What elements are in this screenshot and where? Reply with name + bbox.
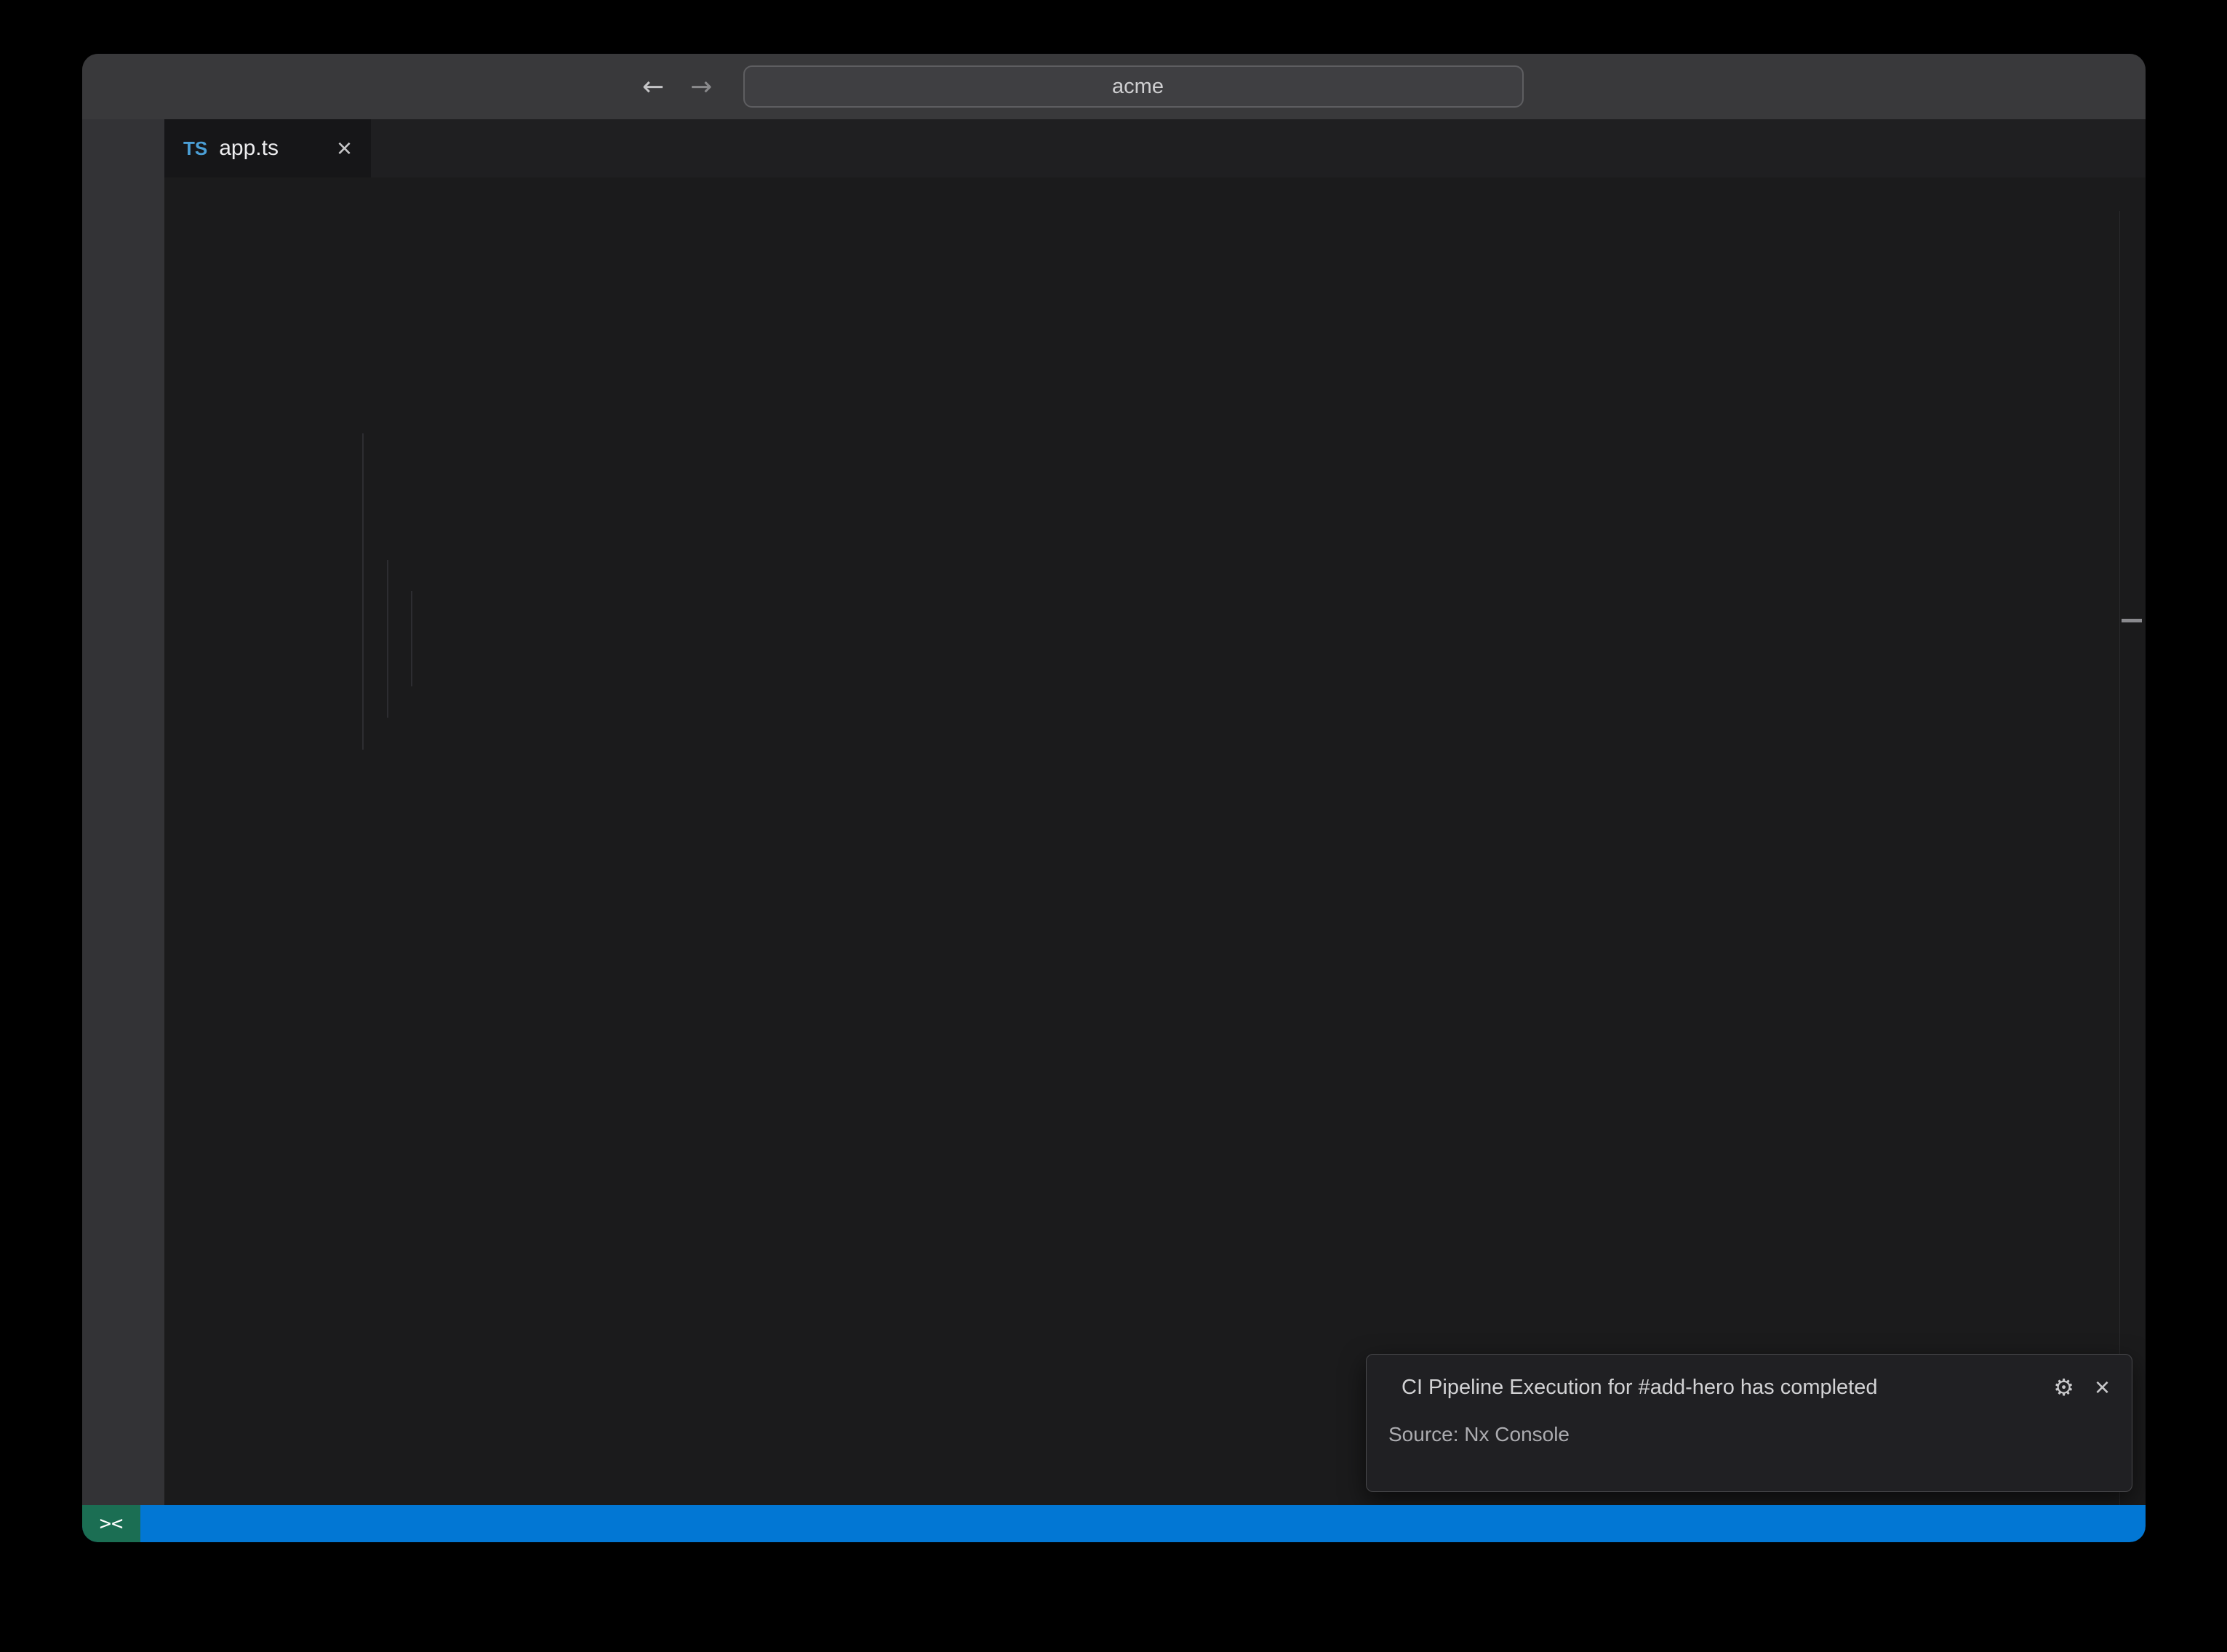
close-window-button[interactable] — [102, 78, 119, 95]
tab-app-ts[interactable]: TS app.ts × — [164, 119, 371, 177]
notification-close-icon[interactable]: × — [2095, 1374, 2110, 1400]
overview-ruler-cursor-mark — [2122, 619, 2142, 622]
vscode-window: ← → acme TS app.ts × — [82, 54, 2146, 1542]
close-tab-icon[interactable]: × — [337, 135, 352, 161]
notification-source: Source: Nx Console — [1388, 1423, 1570, 1446]
status-bar: >< — [82, 1505, 2146, 1542]
zoom-window-button[interactable] — [166, 78, 183, 95]
indent-guide — [387, 560, 388, 718]
notification-settings-icon[interactable]: ⚙ — [2053, 1374, 2074, 1401]
window-controls — [102, 78, 183, 95]
editor-tabs-bar: TS app.ts × — [164, 119, 2146, 177]
remote-indicator[interactable]: >< — [82, 1505, 140, 1542]
search-value: acme — [1112, 75, 1164, 99]
notification-title: CI Pipeline Execution for #add-hero has … — [1402, 1376, 1878, 1400]
notification-toast: CI Pipeline Execution for #add-hero has … — [1366, 1354, 2132, 1492]
overview-ruler — [2119, 211, 2121, 1505]
forward-button[interactable]: → — [690, 72, 712, 102]
code-editor[interactable] — [164, 211, 2146, 1505]
typescript-file-icon: TS — [183, 137, 207, 160]
indent-guide — [411, 591, 412, 686]
minimize-window-button[interactable] — [134, 78, 151, 95]
breadcrumb — [164, 177, 2146, 211]
back-button[interactable]: ← — [642, 72, 664, 102]
tab-label: app.ts — [219, 136, 279, 161]
activity-bar — [82, 119, 164, 1505]
indent-guide — [362, 433, 364, 750]
command-center-search[interactable]: acme — [743, 65, 1524, 108]
title-bar: ← → acme — [82, 54, 2146, 119]
